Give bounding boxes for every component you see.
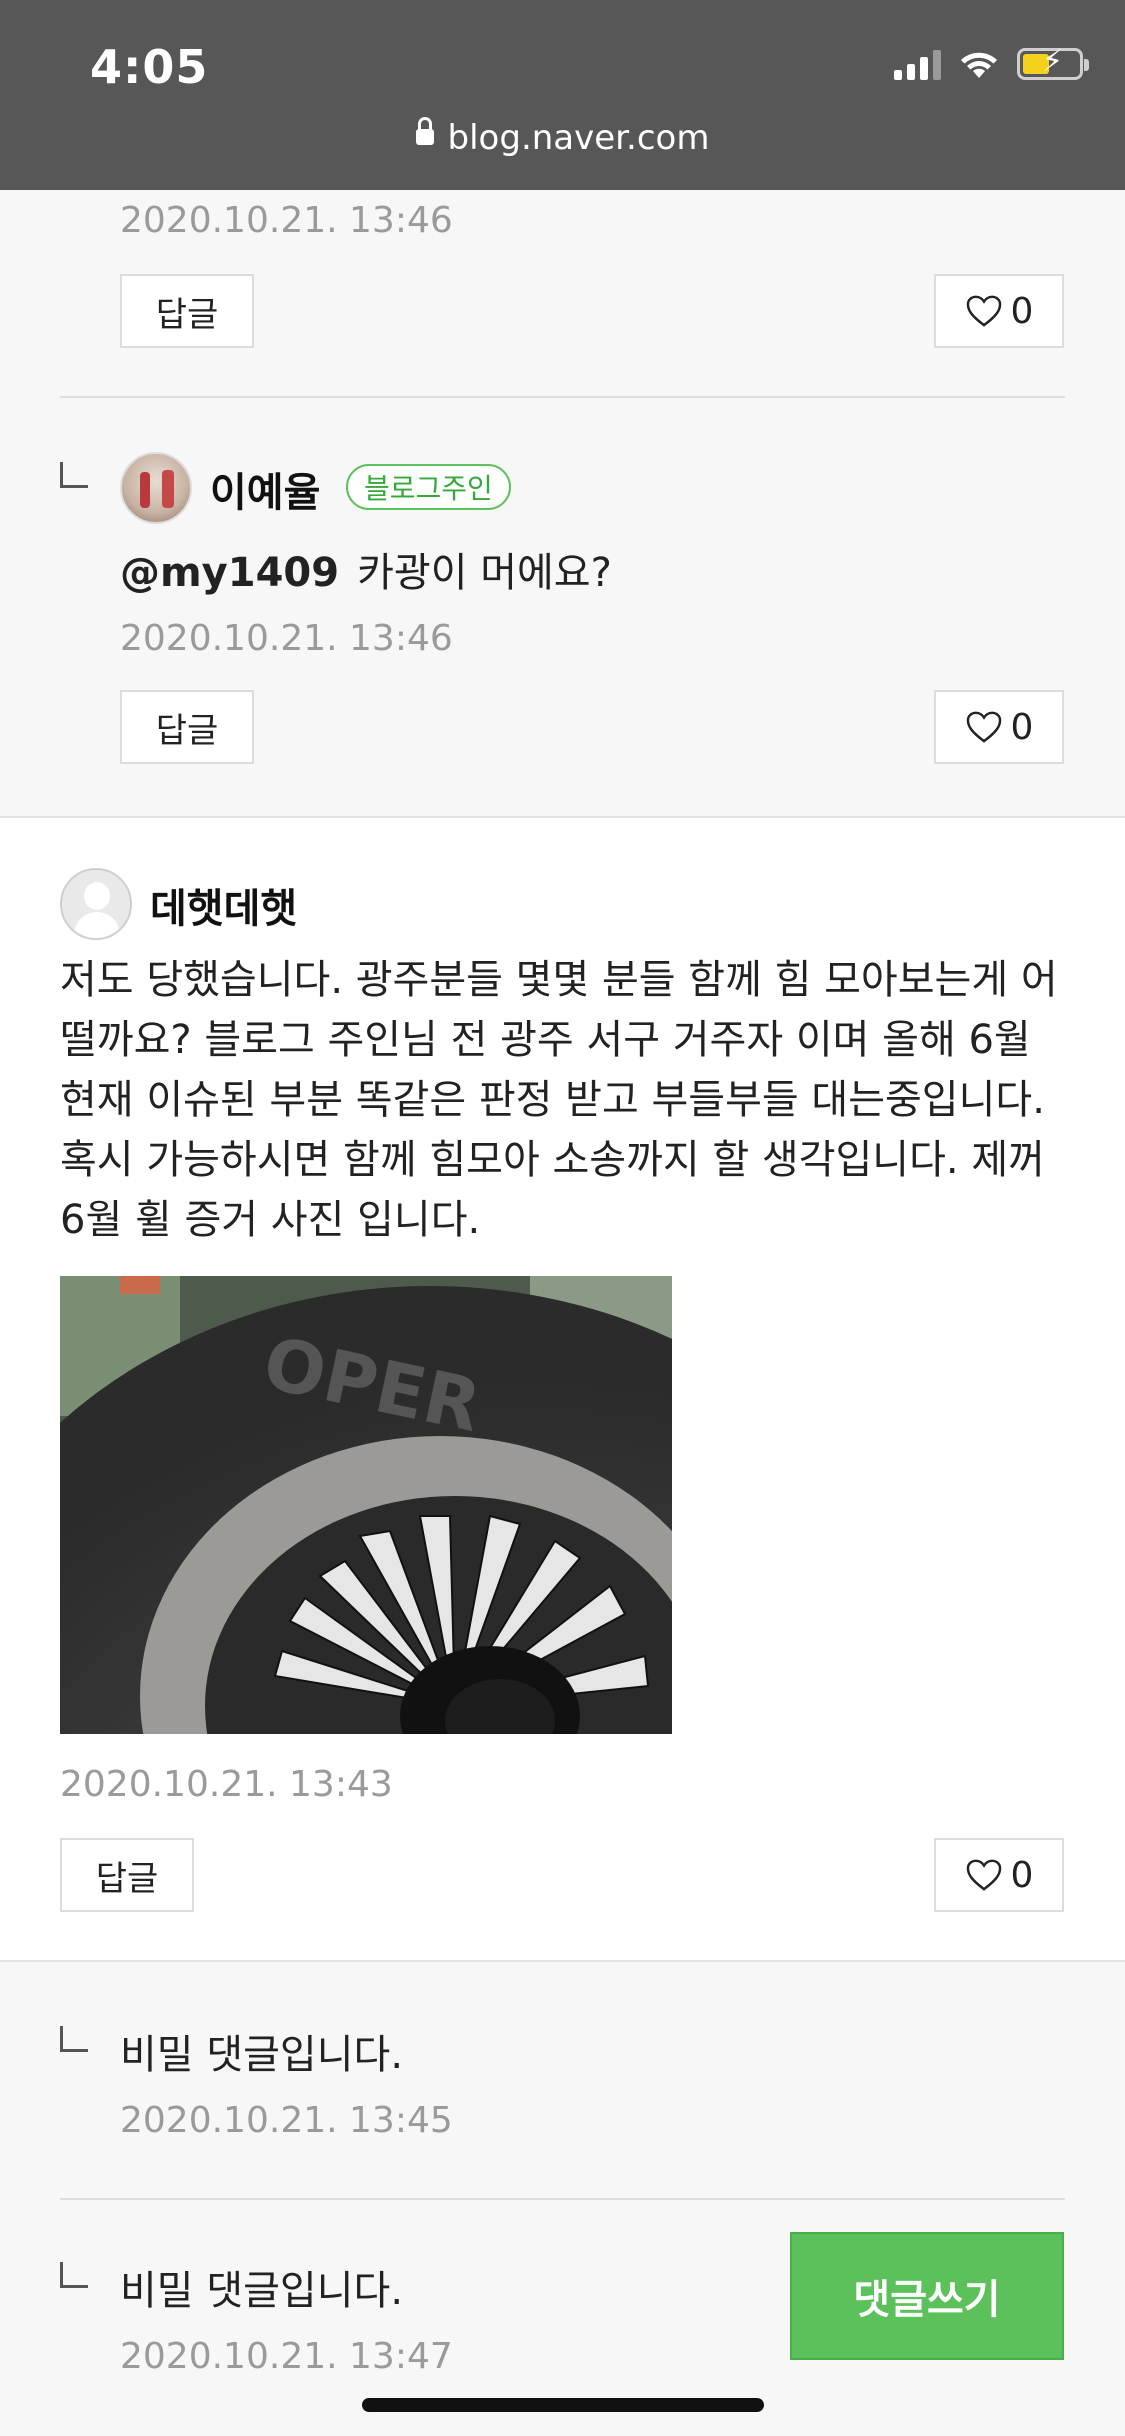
reply-date: 2020.10.21. 13:47: [120, 2336, 453, 2377]
wifi-icon: [961, 52, 997, 78]
secret-reply-text: 비밀 댓글입니다.: [120, 2032, 404, 2078]
like-count: 0: [1010, 706, 1034, 748]
default-avatar-icon[interactable]: [60, 868, 132, 940]
comment-date: 2020.10.21. 13:43: [60, 1764, 393, 1805]
url-text: blog.naver.com: [447, 118, 710, 158]
like-button[interactable]: 0: [934, 1838, 1064, 1912]
system-icons: ⚡: [894, 47, 1089, 80]
mention-link[interactable]: @my1409: [120, 550, 339, 596]
reply-date: 2020.10.21. 13:46: [120, 200, 453, 241]
heart-icon: [966, 295, 1001, 327]
reply-indent-icon: [60, 462, 88, 488]
tire-wheel-image: OPER: [60, 1276, 672, 1734]
reply-indent-icon: [60, 2262, 88, 2288]
clock: 4:05: [90, 40, 209, 94]
home-indicator[interactable]: [362, 2398, 764, 2412]
reply-message: 카광이 머에요?: [357, 550, 612, 596]
secret-reply-text: 비밀 댓글입니다.: [120, 2268, 404, 2314]
reply-button[interactable]: 답글: [60, 1838, 194, 1912]
reply-button[interactable]: 답글: [120, 274, 254, 348]
lock-icon: [415, 116, 434, 145]
reply-date: 2020.10.21. 13:45: [120, 2100, 453, 2141]
like-count: 0: [1010, 1854, 1034, 1896]
divider: [60, 2198, 1065, 2200]
reply-date: 2020.10.21. 13:46: [120, 618, 453, 659]
heart-icon: [966, 1859, 1001, 1891]
like-button[interactable]: 0: [934, 690, 1064, 764]
divider: [60, 396, 1065, 398]
reply-text: @my1409 카광이 머에요?: [120, 540, 612, 598]
blog-owner-badge: 블로그주인: [346, 464, 511, 510]
comment-text: 저도 당했습니다. 광주분들 몇몇 분들 함께 힘 모아보는게 어떨까요? 블로…: [60, 957, 1058, 1243]
commenter-nickname[interactable]: 데햇데햇: [150, 876, 297, 934]
write-comment-button[interactable]: 댓글쓰기: [790, 2232, 1064, 2360]
reply-indent-icon: [60, 2026, 88, 2052]
url-bar[interactable]: blog.naver.com: [0, 116, 1125, 158]
cellular-signal-icon: [894, 48, 941, 80]
commenter-nickname[interactable]: 이예율: [210, 460, 320, 518]
battery-charging-icon: ⚡: [1017, 47, 1089, 80]
like-button[interactable]: 0: [934, 274, 1064, 348]
status-bar: 4:05 ⚡ blog.naver.com: [0, 0, 1125, 190]
avatar[interactable]: [120, 452, 192, 524]
like-count: 0: [1010, 290, 1034, 332]
heart-icon: [966, 711, 1001, 743]
comment-photo[interactable]: OPER: [60, 1276, 672, 1734]
reply-button[interactable]: 답글: [120, 690, 254, 764]
